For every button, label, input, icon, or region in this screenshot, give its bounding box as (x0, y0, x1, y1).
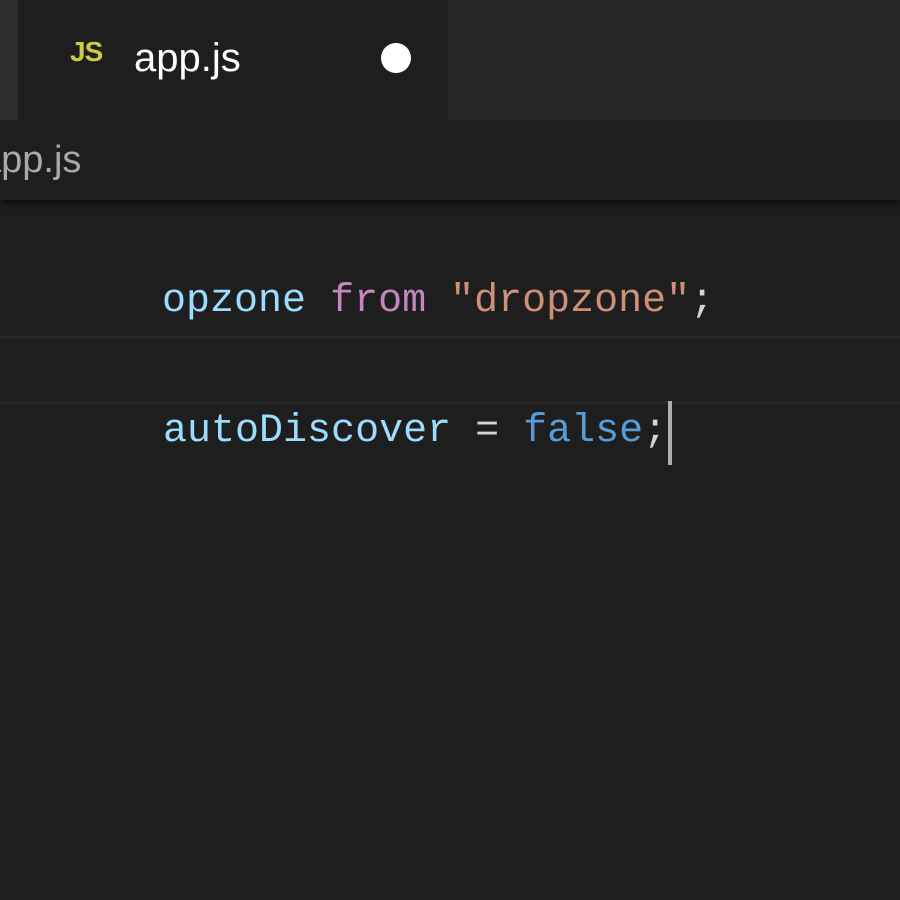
code-token: autoDiscover (163, 409, 452, 454)
previous-tab-edge[interactable] (0, 0, 18, 120)
code-token: = (451, 409, 524, 454)
editor-window: JS app.js app.js opzone from "dropzone";… (0, 0, 900, 900)
current-code-line[interactable]: autoDiscover = false; (0, 336, 900, 465)
tab-bar: JS app.js (0, 0, 900, 120)
tab-label: app.js (134, 36, 241, 80)
breadcrumb (0, 120, 900, 200)
tab-app-js[interactable]: JS app.js (18, 0, 448, 120)
unsaved-dot-icon[interactable] (381, 43, 411, 73)
code-token: false (523, 409, 644, 454)
code-line[interactable] (0, 268, 900, 336)
code-token: ; (643, 409, 668, 454)
text-cursor (668, 401, 673, 465)
javascript-file-icon: JS (70, 36, 103, 67)
code-line[interactable]: opzone from "dropzone"; (0, 200, 900, 324)
code-editor[interactable]: opzone from "dropzone"; autoDiscover = f… (0, 200, 900, 900)
breadcrumb-file[interactable]: app.js (0, 141, 81, 179)
